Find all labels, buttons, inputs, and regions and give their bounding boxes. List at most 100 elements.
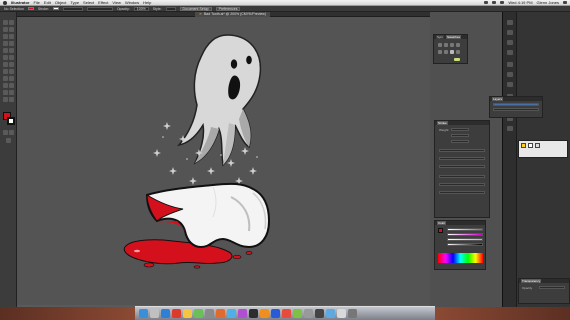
app-icon[interactable]	[227, 309, 236, 318]
tab-layers[interactable]: Layers	[492, 97, 504, 101]
menu-help[interactable]: Help	[143, 0, 151, 5]
opacity-panel-field[interactable]	[539, 286, 565, 289]
rectangle-tool-icon[interactable]	[9, 41, 14, 46]
profile-row[interactable]	[439, 191, 485, 194]
app-icon[interactable]	[238, 309, 247, 318]
battery-icon[interactable]	[500, 1, 505, 4]
swatch-icon[interactable]	[438, 50, 442, 54]
stroke-icon[interactable]	[507, 62, 513, 67]
menu-window[interactable]: Window	[125, 0, 139, 5]
trash-icon[interactable]	[348, 309, 357, 318]
tab-transparency[interactable]: Transparency	[521, 279, 542, 283]
perspective-grid-tool-icon[interactable]	[9, 76, 14, 81]
line-tool-icon[interactable]	[3, 41, 8, 46]
scale-tool-icon[interactable]	[9, 62, 14, 67]
swatches-icon[interactable]	[507, 30, 513, 35]
preferences-button[interactable]: Preferences	[215, 6, 241, 11]
align-row[interactable]	[439, 149, 485, 152]
lasso-tool-icon[interactable]	[9, 27, 14, 32]
magic-wand-tool-icon[interactable]	[3, 27, 8, 32]
fill-swatch-control[interactable]	[27, 7, 34, 10]
selection-tool-icon[interactable]	[3, 20, 8, 25]
swatch-icon[interactable]	[450, 43, 454, 47]
color-fill-indicator[interactable]	[438, 228, 443, 233]
gradient-tool-icon[interactable]	[9, 83, 14, 88]
menu-file[interactable]: File	[33, 0, 39, 5]
menu-clock[interactable]: Wed 4:19 PM	[508, 0, 532, 5]
menu-user[interactable]: Glenn Jones	[537, 0, 559, 5]
wifi-icon[interactable]	[484, 1, 489, 4]
menu-app-name[interactable]: Illustrator	[11, 0, 29, 5]
paintbrush-tool-icon[interactable]	[3, 48, 8, 53]
free-transform-tool-icon[interactable]	[9, 69, 14, 74]
document-setup-button[interactable]: Document Setup	[179, 6, 212, 11]
blob-brush-tool-icon[interactable]	[3, 55, 8, 60]
brush-field[interactable]	[86, 6, 113, 11]
tab-symbols[interactable]: Sym	[436, 35, 444, 39]
app-icon[interactable]	[282, 309, 291, 318]
app-icon[interactable]	[326, 309, 335, 318]
finder-icon[interactable]	[139, 309, 148, 318]
blend-tool-icon[interactable]	[9, 90, 14, 95]
swatch-gray[interactable]	[535, 143, 540, 148]
app-icon[interactable]	[293, 309, 302, 318]
gap-row[interactable]	[439, 165, 485, 168]
tab-color[interactable]: Color	[437, 221, 447, 225]
app-icon[interactable]	[216, 309, 225, 318]
rotate-tool-icon[interactable]	[3, 62, 8, 67]
volume-icon[interactable]	[492, 1, 497, 4]
safari-icon[interactable]	[161, 309, 170, 318]
launchpad-icon[interactable]	[150, 309, 159, 318]
swatch-icon[interactable]	[450, 50, 454, 54]
zoom-tool-icon[interactable]	[9, 97, 14, 102]
swatch-white[interactable]	[528, 143, 533, 148]
swatch-icon[interactable]	[444, 43, 448, 47]
eyedropper-tool-icon[interactable]	[3, 90, 8, 95]
menu-select[interactable]: Select	[83, 0, 94, 5]
none-mode-icon[interactable]	[9, 130, 14, 135]
layer-row[interactable]	[493, 103, 539, 106]
layer-row[interactable]	[493, 108, 539, 111]
swatch-icon[interactable]	[456, 50, 460, 54]
calendar-icon[interactable]	[172, 309, 181, 318]
brushes-icon[interactable]	[507, 40, 513, 45]
screen-mode-icon[interactable]	[6, 138, 11, 143]
yellow-slider[interactable]	[447, 238, 483, 241]
app-icon[interactable]	[304, 309, 313, 318]
menu-edit[interactable]: Edit	[44, 0, 51, 5]
black-slider[interactable]	[447, 243, 483, 246]
shape-builder-tool-icon[interactable]	[3, 76, 8, 81]
stroke-color-swatch[interactable]	[7, 117, 15, 125]
scale-row[interactable]	[439, 183, 485, 186]
cyan-slider[interactable]	[447, 228, 483, 231]
apple-icon[interactable]	[3, 0, 7, 5]
opacity-field[interactable]: 100%	[133, 6, 149, 11]
photoshop-icon[interactable]	[271, 309, 280, 318]
menu-view[interactable]: View	[112, 0, 121, 5]
corner-field[interactable]	[451, 140, 469, 143]
notes-icon[interactable]	[183, 309, 192, 318]
style-field[interactable]	[165, 6, 176, 11]
hand-tool-icon[interactable]	[3, 97, 8, 102]
messages-icon[interactable]	[194, 309, 203, 318]
menu-object[interactable]: Object	[55, 0, 67, 5]
eraser-tool-icon[interactable]	[9, 55, 14, 60]
swatch-yellow[interactable]	[521, 143, 526, 148]
app-icon[interactable]	[337, 309, 346, 318]
color-mode-icon[interactable]	[3, 130, 8, 135]
magenta-slider[interactable]	[447, 233, 483, 236]
app-icon[interactable]	[205, 309, 214, 318]
ok-button[interactable]	[454, 58, 460, 61]
pen-tool-icon[interactable]	[3, 34, 8, 39]
weight-field[interactable]	[451, 128, 469, 131]
app-icon[interactable]	[315, 309, 324, 318]
menu-type[interactable]: Type	[70, 0, 79, 5]
artboards-icon[interactable]	[507, 126, 513, 131]
gradient-icon[interactable]	[507, 72, 513, 77]
arrowheads-row[interactable]	[439, 175, 485, 178]
illustrator-icon[interactable]	[260, 309, 269, 318]
swatch-icon[interactable]	[438, 43, 442, 47]
dash-row[interactable]	[439, 157, 485, 160]
type-tool-icon[interactable]	[9, 34, 14, 39]
width-tool-icon[interactable]	[3, 69, 8, 74]
